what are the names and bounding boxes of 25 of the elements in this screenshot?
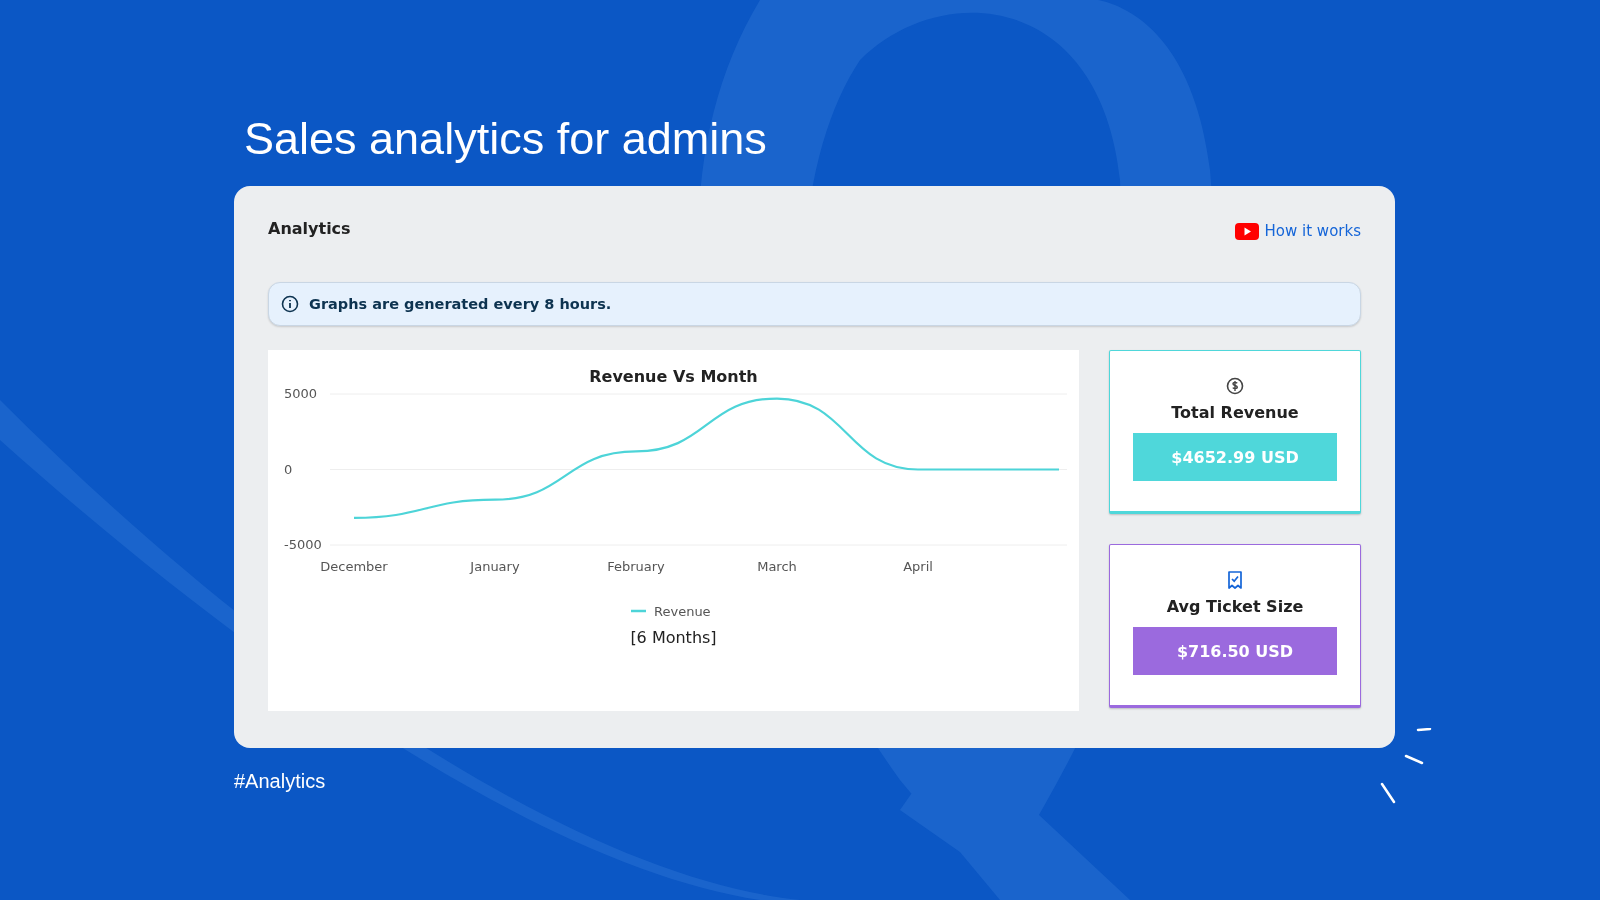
stat-label: Total Revenue xyxy=(1171,403,1299,422)
axis-label: 5000 xyxy=(284,386,318,401)
chart-title: Revenue Vs Month xyxy=(589,367,758,386)
play-icon xyxy=(1234,222,1259,240)
axis-label: February xyxy=(607,559,665,574)
info-icon xyxy=(281,295,299,313)
axis-label: April xyxy=(903,559,933,574)
axis-label: 0 xyxy=(284,461,293,477)
axis-label: December xyxy=(320,559,388,574)
how-it-works-link[interactable]: How it works xyxy=(1234,222,1361,240)
hashtag: #Analytics xyxy=(234,770,327,793)
stat-value: $4652.99 USD xyxy=(1133,433,1337,481)
axis-title: [6 Months] xyxy=(630,628,717,647)
axis-label: January xyxy=(470,559,520,574)
info-text: Graphs are generated every 8 hours. xyxy=(309,296,612,312)
axis-label: -5000 xyxy=(284,537,322,552)
legend-swatch xyxy=(631,609,646,613)
page-headline: Sales analytics for admins xyxy=(244,112,768,166)
legend-label: Revenue xyxy=(654,604,711,619)
stat-value: $716.50 USD xyxy=(1133,627,1337,675)
receipt-check-icon xyxy=(1227,571,1243,589)
dollar-coin-icon xyxy=(1226,377,1244,395)
axis-label: March xyxy=(757,559,797,574)
stat-label: Avg Ticket Size xyxy=(1166,597,1304,616)
panel-title: Analytics xyxy=(268,218,351,238)
